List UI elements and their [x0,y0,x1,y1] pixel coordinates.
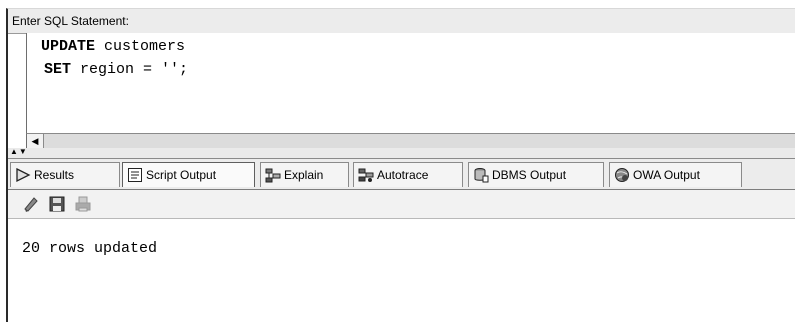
editor-horizontal-scrollbar[interactable]: ◀ [26,133,795,149]
tab-owa-output[interactable]: OWA Output [609,162,742,187]
dbms-output-icon [473,167,489,183]
sql-assignment: region = ''; [71,61,189,78]
output-message: 20 rows updated [22,240,158,257]
sql-worksheet: Enter SQL Statement: UPDATE customers SE… [6,8,795,322]
script-output-pane[interactable]: 20 rows updated [8,219,795,322]
save-icon[interactable] [48,195,66,213]
sql-statement-header: Enter SQL Statement: [8,9,795,34]
autotrace-icon [358,167,374,183]
scroll-left-arrow-icon[interactable]: ◀ [27,134,44,148]
tab-explain-label: Explain [284,168,324,182]
tab-autotrace-label: Autotrace [377,168,429,182]
print-icon[interactable] [74,195,92,213]
sql-statement-label: Enter SQL Statement: [12,14,129,28]
tab-results-label: Results [34,168,75,182]
pane-splitter[interactable]: ▲▼ [8,147,795,159]
tab-script-output[interactable]: Script Output [122,162,255,187]
output-toolbar [8,190,795,219]
sql-keyword-update: UPDATE [41,38,96,55]
output-tab-bar: Results Script Output Explain Autotrace [8,159,795,190]
eraser-icon[interactable] [22,195,40,213]
tab-dbms-output[interactable]: DBMS Output [468,162,604,187]
tab-owa-output-label: OWA Output [633,168,700,182]
tab-explain[interactable]: Explain [260,162,349,187]
tab-dbms-output-label: DBMS Output [492,168,567,182]
sql-editor[interactable]: UPDATE customers SET region = ''; [26,33,795,133]
sql-table-name: customers [95,38,186,55]
script-output-icon [127,167,143,183]
tab-script-output-label: Script Output [146,168,217,182]
owa-output-icon [614,167,630,183]
explain-plan-icon [265,167,281,183]
splitter-arrows-icon[interactable]: ▲▼ [10,147,28,157]
code-line-1: UPDATE customers [41,38,185,55]
tab-results[interactable]: Results [10,162,120,187]
run-arrow-icon [15,167,31,183]
tab-autotrace[interactable]: Autotrace [353,162,463,187]
sql-keyword-set: SET [44,61,72,78]
code-line-2: SET region = ''; [44,61,188,78]
